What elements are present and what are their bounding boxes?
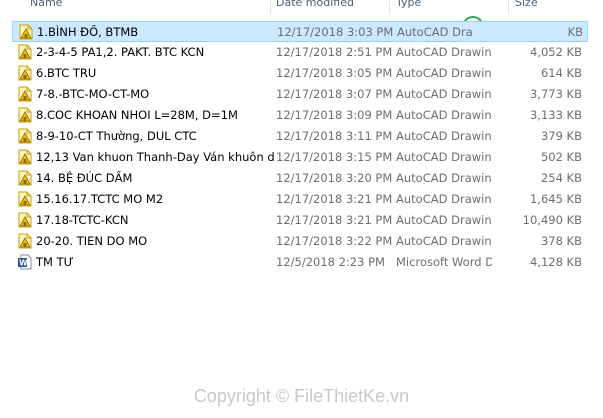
file-name: 20-20. TIEN DO MO xyxy=(36,234,148,248)
file-type: AutoCAD Drawing xyxy=(396,87,492,101)
file-size: 614 KB xyxy=(540,66,582,80)
autocad-drawing-icon xyxy=(17,233,33,249)
file-row[interactable]: 8-9-10-CT Thường, DUL CTC 12/17/2018 3:11… xyxy=(12,126,588,147)
file-type: AutoCAD Dra xyxy=(397,25,473,39)
file-size: 3,773 KB xyxy=(529,87,582,101)
file-row[interactable]: 20-20. TIEN DO MO 12/17/2018 3:22 PM AutoC… xyxy=(12,231,588,252)
file-size: KB xyxy=(567,25,583,39)
file-row[interactable]: 8.COC KHOAN NHOI L=28M, D=1M 12/17/2018 3… xyxy=(12,105,588,126)
file-row[interactable]: 1.BÌNH ĐỒ, BTMB 12/17/2018 3:03 PM AutoCAD… xyxy=(12,21,588,42)
file-size: 10,490 KB xyxy=(522,213,582,227)
file-date-modified: 12/17/2018 2:51 PM xyxy=(276,45,393,59)
file-name: 12,13 Van khuon Thanh-Day Ván khuôn d... xyxy=(36,150,274,164)
file-size: 502 KB xyxy=(540,150,582,164)
autocad-drawing-icon xyxy=(17,65,33,81)
column-header-name[interactable]: Name xyxy=(30,0,62,9)
file-date-modified: 12/17/2018 3:11 PM xyxy=(276,129,393,143)
file-name: 1.BÌNH ĐỒ, BTMB xyxy=(37,25,139,39)
file-type: AutoCAD Drawing xyxy=(396,129,492,143)
autocad-drawing-icon xyxy=(17,128,33,144)
column-divider[interactable] xyxy=(389,0,390,14)
file-date-modified: 12/17/2018 3:05 PM xyxy=(276,66,393,80)
column-header-type[interactable]: Type xyxy=(396,0,421,9)
file-date-modified: 12/17/2018 3:21 PM xyxy=(276,192,393,206)
file-row[interactable]: 12,13 Van khuon Thanh-Day Ván khuôn d...… xyxy=(12,147,588,168)
file-type: AutoCAD Drawing xyxy=(396,192,492,206)
file-row[interactable]: 14. BỆ ĐÚC DẦM 12/17/2018 3:20 PM AutoCAD … xyxy=(12,168,588,189)
autocad-drawing-icon xyxy=(17,44,33,60)
file-name: 7-8.-BTC-MO-CT-MO xyxy=(36,87,150,101)
word-document-icon: W xyxy=(17,254,33,270)
file-size: 1,645 KB xyxy=(529,192,582,206)
column-divider[interactable] xyxy=(508,0,509,14)
autocad-drawing-icon xyxy=(17,107,33,123)
file-name: 14. BỆ ĐÚC DẦM xyxy=(36,171,133,185)
file-name: 6.BTC TRU xyxy=(36,66,97,80)
file-row[interactable]: 17.18-TCTC-KCN 12/17/2018 3:21 PM AutoCAD … xyxy=(12,210,588,231)
autocad-drawing-icon xyxy=(18,24,34,40)
autocad-drawing-icon xyxy=(17,191,33,207)
file-date-modified: 12/17/2018 3:07 PM xyxy=(276,87,393,101)
autocad-drawing-icon xyxy=(17,212,33,228)
file-size: 379 KB xyxy=(540,129,582,143)
file-row[interactable]: 7-8.-BTC-MO-CT-MO 12/17/2018 3:07 PM AutoC… xyxy=(12,84,588,105)
file-type: AutoCAD Drawing xyxy=(396,108,492,122)
file-type: AutoCAD Drawing xyxy=(396,234,492,248)
file-type: AutoCAD Drawing xyxy=(396,213,492,227)
file-date-modified: 12/17/2018 3:20 PM xyxy=(276,171,393,185)
file-date-modified: 12/17/2018 3:03 PM xyxy=(277,25,394,39)
autocad-drawing-icon xyxy=(17,149,33,165)
file-name: 8.COC KHOAN NHOI L=28M, D=1M xyxy=(36,108,238,122)
file-name: 17.18-TCTC-KCN xyxy=(36,213,129,227)
column-header-bar: Name Date modified Type Size xyxy=(0,0,603,14)
file-type: AutoCAD Drawing xyxy=(396,66,492,80)
file-date-modified: 12/17/2018 3:15 PM xyxy=(276,150,393,164)
column-header-size[interactable]: Size xyxy=(515,0,538,9)
file-date-modified: 12/17/2018 3:09 PM xyxy=(276,108,393,122)
file-size: 3,133 KB xyxy=(529,108,582,122)
autocad-drawing-icon xyxy=(17,86,33,102)
file-row[interactable]: 15.16.17.TCTC MO M2 12/17/2018 3:21 PM Aut… xyxy=(12,189,588,210)
file-name: 15.16.17.TCTC MO M2 xyxy=(36,192,164,206)
file-size: 378 KB xyxy=(540,234,582,248)
copyright-watermark: Copyright © FileThietKe.vn xyxy=(193,386,410,406)
autocad-drawing-icon xyxy=(17,170,33,186)
file-name: TM TƯ xyxy=(36,255,74,269)
file-name: 2-3-4-5 PA1,2. PAKT. BTC KCN xyxy=(36,45,205,59)
file-row[interactable]: 2-3-4-5 PA1,2. PAKT. BTC KCN 12/17/2018 2… xyxy=(12,42,588,63)
file-type: AutoCAD Drawing xyxy=(396,45,492,59)
file-date-modified: 12/17/2018 3:22 PM xyxy=(276,234,393,248)
file-row[interactable]: W TM TƯ 12/5/2018 2:23 PM Microsoft Word D.… xyxy=(12,252,588,273)
file-name: 8-9-10-CT Thường, DUL CTC xyxy=(36,129,197,143)
file-date-modified: 12/5/2018 2:23 PM xyxy=(276,255,385,269)
file-size: 254 KB xyxy=(540,171,582,185)
file-type: AutoCAD Drawing xyxy=(396,171,492,185)
file-type: Microsoft Word D... xyxy=(396,255,492,269)
file-row[interactable]: 6.BTC TRU 12/17/2018 3:05 PM AutoCAD Drawi… xyxy=(12,63,588,84)
file-type: AutoCAD Drawing xyxy=(396,150,492,164)
file-date-modified: 12/17/2018 3:21 PM xyxy=(276,213,393,227)
column-header-date[interactable]: Date modified xyxy=(276,0,354,9)
column-divider[interactable] xyxy=(270,0,271,14)
file-size: 4,052 KB xyxy=(529,45,582,59)
file-size: 4,128 KB xyxy=(529,255,582,269)
svg-text:W: W xyxy=(19,259,28,268)
